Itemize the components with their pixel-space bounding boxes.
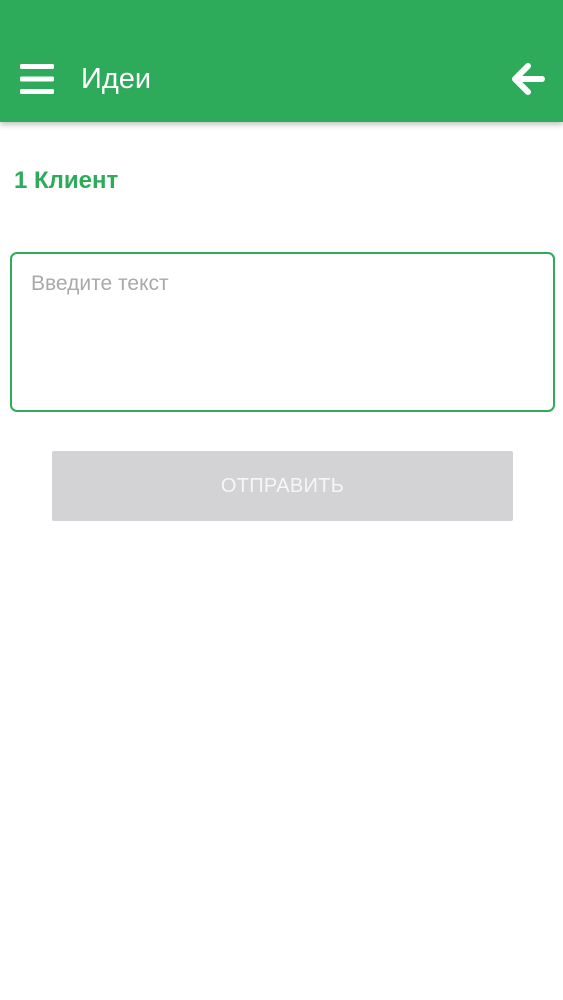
submit-button[interactable]: ОТПРАВИТЬ	[52, 451, 513, 521]
hamburger-menu-icon	[20, 64, 54, 94]
arrow-left-icon	[512, 63, 545, 95]
page-title: Идеи	[81, 63, 152, 95]
app-bar: Идеи	[0, 0, 563, 122]
back-button[interactable]	[510, 61, 546, 97]
idea-text-input[interactable]	[10, 252, 555, 412]
client-title: 1 Клиент	[14, 167, 119, 194]
menu-button[interactable]	[20, 64, 54, 94]
